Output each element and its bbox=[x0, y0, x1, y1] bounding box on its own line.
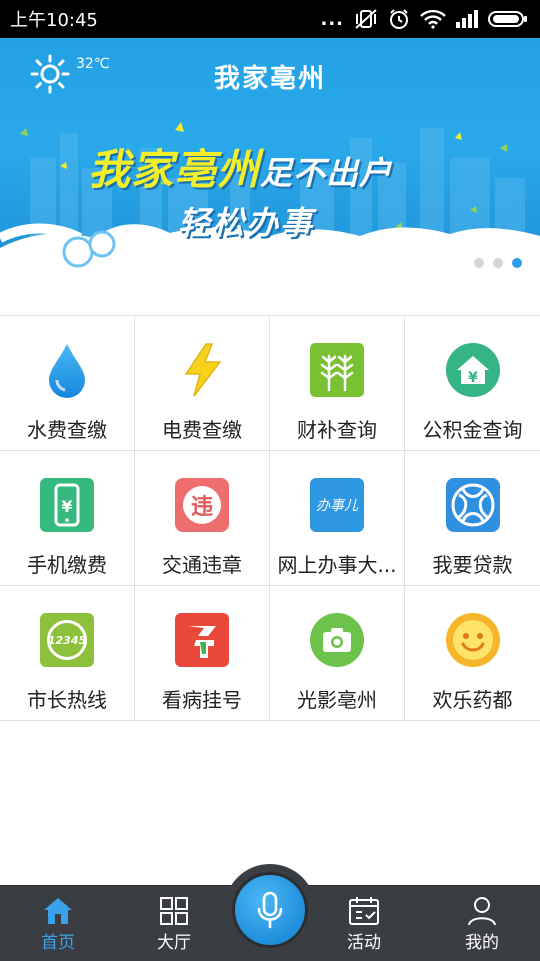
service-online-hall[interactable]: 办事儿 网上办事大... bbox=[270, 451, 405, 586]
service-electricity-bill[interactable]: 电费查缴 bbox=[135, 316, 270, 451]
smiley-icon bbox=[445, 612, 501, 668]
tab-activity-label: 活动 bbox=[347, 933, 381, 953]
service-label: 市长热线 bbox=[27, 688, 107, 712]
tab-home-label: 首页 bbox=[41, 933, 75, 953]
status-bar: 上午10:45 ... bbox=[0, 0, 540, 38]
tab-activity[interactable]: 活动 bbox=[314, 886, 414, 961]
service-traffic-violation[interactable]: 违 交通违章 bbox=[135, 451, 270, 586]
camera-icon bbox=[309, 612, 365, 668]
status-icons: ... bbox=[320, 8, 528, 30]
service-label: 交通违章 bbox=[162, 553, 242, 577]
service-label: 水费查缴 bbox=[27, 418, 107, 442]
service-subsidy-query[interactable]: 财补查询 bbox=[270, 316, 405, 451]
tab-mine[interactable]: 我的 bbox=[432, 886, 532, 961]
service-photo-bozhou[interactable]: 光影亳州 bbox=[270, 586, 405, 721]
service-label: 财补查询 bbox=[297, 418, 377, 442]
wheat-icon bbox=[309, 342, 365, 398]
signal-icon bbox=[456, 10, 478, 28]
service-loan[interactable]: 我要贷款 bbox=[405, 451, 540, 586]
services-grid: 水费查缴 电费查缴 财补查询 ¥ 公积金查询 ¥ 手机缴费 违 交通违章 办事儿… bbox=[0, 315, 540, 721]
violation-icon: 违 bbox=[174, 477, 230, 533]
service-phone-payment[interactable]: ¥ 手机缴费 bbox=[0, 451, 135, 586]
banshi-icon: 办事儿 bbox=[309, 477, 365, 533]
banshi-icon-text: 办事儿 bbox=[310, 478, 364, 532]
slogan-tail-text: 足不出户 bbox=[260, 154, 393, 192]
alarm-icon bbox=[390, 9, 408, 29]
service-label: 我要贷款 bbox=[432, 553, 513, 577]
battery-icon bbox=[488, 11, 527, 27]
carousel-dot[interactable] bbox=[474, 258, 484, 268]
slogan-main-text: 我家亳州 bbox=[88, 145, 261, 194]
carousel-dot[interactable] bbox=[493, 258, 503, 268]
hotline-12345-icon: 12345 bbox=[39, 612, 95, 668]
voice-search-button[interactable] bbox=[235, 875, 305, 945]
carousel-indicator bbox=[474, 258, 522, 268]
hospital-cross-icon bbox=[174, 612, 230, 668]
tab-mine-label: 我的 bbox=[465, 933, 499, 953]
microphone-icon bbox=[257, 891, 283, 929]
service-housing-fund[interactable]: ¥ 公积金查询 bbox=[405, 316, 540, 451]
violation-icon-text: 违 bbox=[183, 486, 221, 524]
wifi-icon bbox=[420, 9, 446, 29]
service-label: 欢乐药都 bbox=[432, 688, 513, 712]
more-dots-icon: ... bbox=[320, 8, 344, 30]
tab-hall[interactable]: 大厅 bbox=[124, 886, 224, 961]
phone-yuan-icon: ¥ bbox=[39, 477, 95, 533]
service-hospital-registration[interactable]: 看病挂号 bbox=[135, 586, 270, 721]
service-label: 看病挂号 bbox=[162, 688, 242, 712]
house-yuan-icon: ¥ bbox=[445, 342, 501, 398]
calendar-icon bbox=[349, 897, 379, 925]
home-icon bbox=[44, 898, 72, 924]
app-title: 我家亳州 bbox=[213, 64, 326, 94]
water-drop-icon bbox=[39, 342, 95, 398]
service-label: 网上办事大... bbox=[277, 553, 397, 577]
service-label: 电费查缴 bbox=[162, 418, 242, 442]
tab-hall-label: 大厅 bbox=[157, 933, 191, 953]
hotline-icon-text: 12345 bbox=[47, 620, 87, 660]
loan-icon bbox=[445, 477, 501, 533]
service-label: 手机缴费 bbox=[27, 553, 107, 577]
user-icon bbox=[468, 897, 496, 926]
status-time: 上午10:45 bbox=[10, 10, 98, 31]
tab-home[interactable]: 首页 bbox=[8, 886, 108, 961]
promo-banner[interactable]: 32℃ 我家亳州 我家亳州足不出户 轻松办事 bbox=[0, 38, 540, 280]
service-label: 公积金查询 bbox=[422, 418, 523, 442]
service-water-bill[interactable]: 水费查缴 bbox=[0, 316, 135, 451]
service-happy-yaodu[interactable]: 欢乐药都 bbox=[405, 586, 540, 721]
banner-slogan-sub: 轻松办事 bbox=[178, 204, 315, 242]
lightning-icon bbox=[174, 342, 230, 398]
svg-text:¥: ¥ bbox=[61, 497, 72, 516]
grid-icon bbox=[160, 897, 188, 925]
svg-text:¥: ¥ bbox=[468, 370, 478, 386]
banner-slogan-main: 我家亳州足不出户 bbox=[88, 136, 392, 197]
service-label: 光影亳州 bbox=[297, 688, 377, 712]
vibrate-off-icon bbox=[355, 9, 377, 29]
voice-button-frame bbox=[224, 864, 316, 956]
service-mayor-hotline[interactable]: 12345 市长热线 bbox=[0, 586, 135, 721]
carousel-dot-active[interactable] bbox=[512, 258, 522, 268]
